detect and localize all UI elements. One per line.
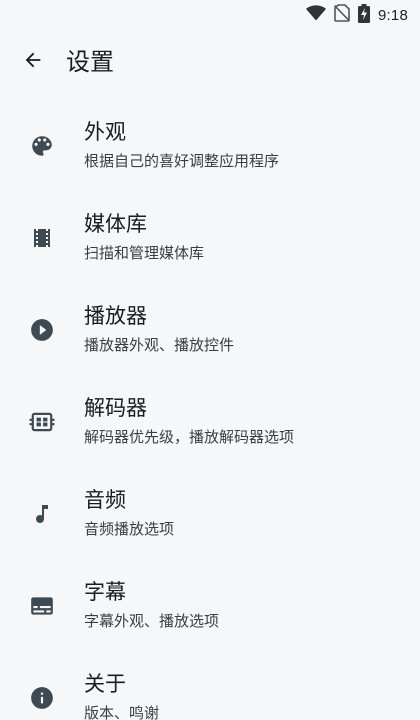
back-button[interactable] [12, 41, 54, 83]
settings-list: 外观 根据自己的喜好调整应用程序 媒体库 扫描和管理媒体库 播放器 播放器外观、… [0, 106, 420, 720]
settings-item-about[interactable]: 关于 版本、鸣谢 [0, 658, 420, 720]
status-bar: 9:18 [0, 0, 420, 30]
item-subtitle: 播放器外观、播放控件 [84, 336, 235, 354]
item-title: 字幕 [84, 580, 126, 604]
app-bar: 设置 [0, 38, 420, 88]
item-subtitle: 扫描和管理媒体库 [84, 244, 205, 262]
item-title: 媒体库 [84, 212, 147, 236]
music-note-icon [28, 500, 56, 528]
item-subtitle: 解码器优先级，播放解码器选项 [84, 428, 295, 446]
status-time: 9:18 [378, 6, 408, 24]
item-subtitle: 音频播放选项 [84, 520, 175, 538]
settings-item-player[interactable]: 播放器 播放器外观、播放控件 [0, 290, 420, 382]
item-title: 解码器 [84, 396, 147, 420]
item-title: 关于 [84, 672, 126, 696]
play-circle-icon [28, 316, 56, 344]
item-title: 外观 [84, 120, 126, 144]
status-icons: 9:18 [306, 3, 408, 27]
item-subtitle: 版本、鸣谢 [84, 704, 160, 720]
battery-charging-icon [358, 3, 370, 27]
arrow-back-icon [22, 49, 44, 75]
wifi-icon [306, 5, 326, 25]
item-subtitle: 字幕外观、播放选项 [84, 612, 220, 630]
subtitles-icon [28, 592, 56, 620]
movie-film-icon [28, 224, 56, 252]
settings-item-library[interactable]: 媒体库 扫描和管理媒体库 [0, 198, 420, 290]
palette-icon [28, 132, 56, 160]
item-title: 播放器 [84, 304, 147, 328]
decoder-chip-icon [28, 408, 56, 436]
page-title: 设置 [66, 48, 114, 76]
item-title: 音频 [84, 488, 126, 512]
settings-item-appearance[interactable]: 外观 根据自己的喜好调整应用程序 [0, 106, 420, 198]
item-subtitle: 根据自己的喜好调整应用程序 [84, 152, 280, 170]
no-sim-icon [333, 4, 351, 26]
settings-item-decoder[interactable]: 解码器 解码器优先级，播放解码器选项 [0, 382, 420, 474]
settings-item-audio[interactable]: 音频 音频播放选项 [0, 474, 420, 566]
info-icon [28, 684, 56, 712]
settings-item-subtitles[interactable]: 字幕 字幕外观、播放选项 [0, 566, 420, 658]
